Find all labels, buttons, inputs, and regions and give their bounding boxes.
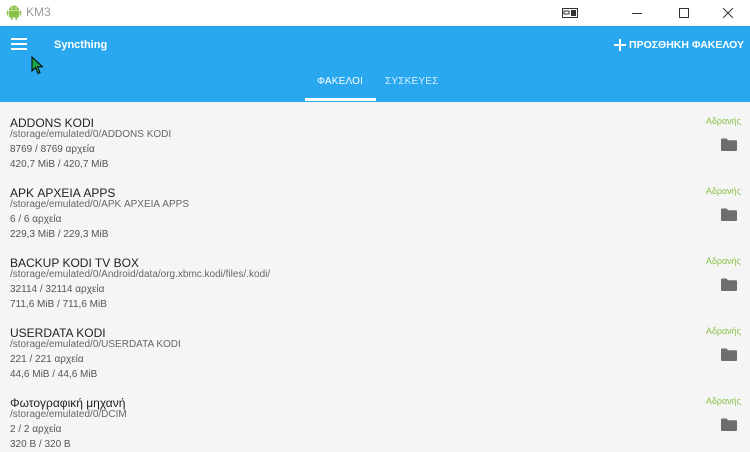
folder-size: 420,7 MiB / 420,7 MiB (10, 159, 109, 170)
folder-status: Αδρανής (705, 186, 741, 196)
tab-devices[interactable]: ΣΥΣΚΕΥΕΣ (385, 76, 439, 87)
app-bar: Syncthing ΠΡΟΣΘΗΚΗ ΦΑΚΕΛΟΥ ΦΑΚΕΛΟΙ ΣΥΣΚΕ… (0, 26, 750, 102)
folder-file-count: 6 / 6 αρχεία (10, 214, 62, 225)
folder-file-count: 2 / 2 αρχεία (10, 424, 62, 435)
folder-icon (721, 418, 737, 431)
folder-name: BACKUP KODI TV BOX (10, 256, 139, 270)
folder-size: 711,6 MiB / 711,6 MiB (10, 299, 107, 310)
active-tab-indicator (305, 98, 376, 101)
folder-name: Φωτογραφική μηχανή (10, 396, 126, 410)
folder-path: /storage/emulated/0/ADDONS KODI (10, 129, 172, 140)
folder-size: 320 B / 320 B (10, 439, 71, 450)
folder-name: USERDATA KODI (10, 326, 106, 340)
close-button[interactable] (706, 0, 750, 26)
folder-item[interactable]: BACKUP KODI TV BOX /storage/emulated/0/A… (0, 242, 750, 312)
folder-status: Αδρανής (705, 116, 741, 126)
minimize-button[interactable] (615, 0, 659, 26)
folder-item[interactable]: ADDONS KODI /storage/emulated/0/ADDONS K… (0, 102, 750, 172)
folder-size: 44,6 MiB / 44,6 MiB (10, 369, 98, 380)
app-title: Syncthing (54, 39, 108, 51)
tab-folders[interactable]: ΦΑΚΕΛΟΙ (317, 76, 363, 87)
folder-path: /storage/emulated/0/DCIM (10, 409, 127, 420)
folder-path: /storage/emulated/0/Android/data/org.xbm… (10, 269, 271, 280)
plus-icon (614, 39, 626, 51)
folder-file-count: 221 / 221 αρχεία (10, 354, 84, 365)
tablet-mode-icon (562, 8, 578, 18)
menu-button[interactable] (11, 38, 27, 52)
android-icon (6, 5, 22, 20)
folder-icon (721, 348, 737, 361)
folder-icon (721, 208, 737, 221)
folder-status: Αδρανής (705, 256, 741, 266)
folder-file-count: 32114 / 32114 αρχεία (10, 284, 105, 295)
folder-status: Αδρανής (705, 326, 741, 336)
folder-path: /storage/emulated/0/APK ΑΡΧΕΙΑ APPS (10, 199, 189, 210)
folder-file-count: 8769 / 8769 αρχεία (10, 144, 95, 155)
folder-status: Αδρανής (705, 396, 741, 406)
folder-size: 229,3 MiB / 229,3 MiB (10, 229, 109, 240)
mouse-cursor-icon (31, 56, 44, 75)
menu-icon (11, 38, 27, 40)
tablet-mode-button[interactable] (548, 0, 592, 26)
menu-icon-bar (11, 43, 27, 45)
folder-item[interactable]: USERDATA KODI /storage/emulated/0/USERDA… (0, 312, 750, 382)
menu-icon-bar (11, 48, 27, 50)
minimize-icon (632, 13, 642, 14)
add-folder-label: ΠΡΟΣΘΗΚΗ ΦΑΚΕΛΟΥ (629, 39, 744, 51)
window-title: KM3 (26, 5, 51, 19)
folder-icon (721, 278, 737, 291)
folder-item[interactable]: APK ΑΡΧΕΙΑ APPS /storage/emulated/0/APK … (0, 172, 750, 242)
window-titlebar: KM3 (0, 0, 750, 26)
folder-name: APK ΑΡΧΕΙΑ APPS (10, 186, 116, 200)
close-icon (723, 8, 733, 18)
folder-item[interactable]: Φωτογραφική μηχανή /storage/emulated/0/D… (0, 382, 750, 452)
maximize-icon (679, 8, 689, 18)
add-folder-button[interactable]: ΠΡΟΣΘΗΚΗ ΦΑΚΕΛΟΥ (614, 37, 744, 53)
folder-list: ADDONS KODI /storage/emulated/0/ADDONS K… (0, 102, 750, 450)
maximize-button[interactable] (662, 0, 706, 26)
folder-icon (721, 138, 737, 151)
folder-path: /storage/emulated/0/USERDATA KODI (10, 339, 181, 350)
folder-name: ADDONS KODI (10, 116, 95, 130)
